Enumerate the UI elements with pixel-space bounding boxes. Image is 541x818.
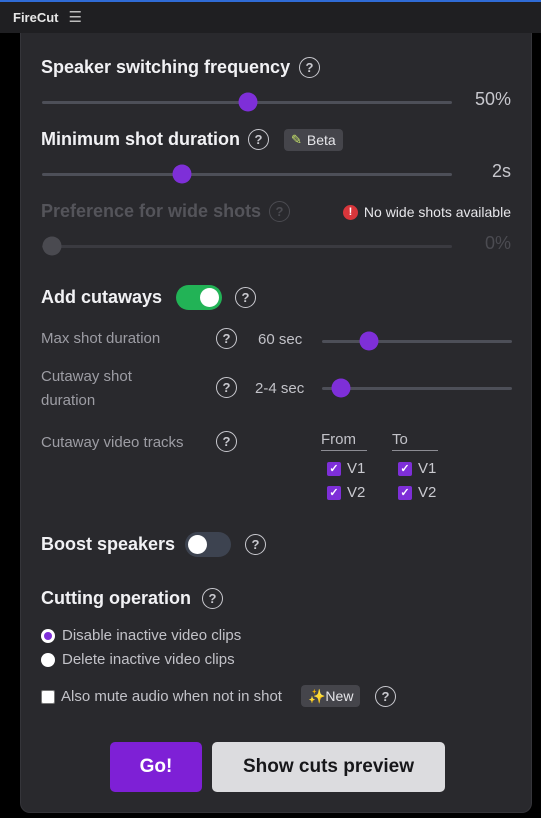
add-cutaways-label: Add cutaways [41, 287, 163, 307]
to-column-header: To [392, 431, 438, 451]
boost-speakers-help-icon[interactable]: ? [245, 534, 266, 555]
cutaway-shot-value: 2-4 sec [255, 380, 305, 397]
disable-inactive-radio[interactable]: Disable inactive video clips [41, 627, 241, 644]
check-icon: ✓ [398, 461, 412, 476]
to-v1-label: V1 [418, 460, 437, 477]
cutaway-shot-help-icon[interactable]: ? [216, 377, 237, 398]
no-wide-shots-text: No wide shots available [363, 204, 511, 220]
checkbox-box [41, 689, 55, 704]
from-v1-checkbox[interactable]: ✓ V1 [327, 460, 365, 477]
check-icon: ✓ [327, 461, 341, 476]
show-cuts-preview-button[interactable]: Show cuts preview [212, 742, 445, 792]
app-title: FireCut [13, 10, 59, 25]
settings-panel: Speaker switching frequency ? 50% Minimu… [20, 33, 532, 813]
min-shot-value: 2s [491, 161, 511, 181]
boost-speakers-label: Boost speakers [41, 534, 176, 554]
toggle-knob [200, 288, 219, 307]
speaker-switching-slider-thumb[interactable] [238, 92, 258, 112]
delete-inactive-radio[interactable]: Delete inactive video clips [41, 651, 235, 668]
speaker-switching-value: 50% [474, 89, 511, 109]
from-v2-checkbox[interactable]: ✓ V2 [327, 484, 365, 501]
from-column-header: From [321, 431, 367, 451]
cutaway-shot-slider[interactable] [322, 387, 512, 390]
min-shot-slider-thumb[interactable] [172, 164, 192, 184]
cutaway-video-tracks-label: Cutaway video tracks [41, 434, 184, 451]
max-shot-duration-label: Max shot duration [41, 330, 161, 347]
check-icon: ✓ [398, 485, 412, 500]
add-cutaways-help-icon[interactable]: ? [235, 287, 256, 308]
boost-speakers-toggle[interactable] [185, 532, 231, 557]
beta-badge-label: Beta [306, 132, 336, 148]
beta-badge: ✎ Beta [284, 129, 343, 151]
wide-shots-label: Preference for wide shots [41, 201, 262, 221]
cutaway-shot-slider-thumb[interactable] [331, 378, 351, 398]
max-shot-value: 60 sec [258, 331, 303, 348]
speaker-switching-help-icon[interactable]: ? [299, 57, 320, 78]
to-v1-checkbox[interactable]: ✓ V1 [398, 460, 436, 477]
cutting-operation-help-icon[interactable]: ? [202, 588, 223, 609]
from-v2-label: V2 [347, 484, 366, 501]
min-shot-slider[interactable] [42, 173, 452, 176]
to-v2-checkbox[interactable]: ✓ V2 [398, 484, 436, 501]
hamburger-menu-icon[interactable]: ☰ [69, 10, 82, 25]
disable-inactive-label: Disable inactive video clips [62, 627, 242, 644]
max-shot-slider[interactable] [322, 340, 512, 343]
mute-audio-checkbox[interactable]: Also mute audio when not in shot [41, 688, 282, 705]
title-bar: FireCut ☰ [0, 0, 541, 33]
pencil-icon: ✎ [291, 132, 302, 147]
radio-dot [41, 652, 55, 667]
speaker-switching-label: Speaker switching frequency [41, 57, 291, 77]
wide-shots-value: 0% [484, 233, 511, 253]
max-shot-slider-thumb[interactable] [359, 331, 379, 351]
cutaway-shot-duration-label: Cutaway shot duration [41, 368, 132, 409]
go-button[interactable]: Go! [110, 742, 202, 792]
new-badge: ✨New [301, 685, 361, 707]
exclamation-icon: ! [342, 204, 358, 220]
max-shot-help-icon[interactable]: ? [216, 328, 237, 349]
wide-shots-help-icon: ? [269, 201, 290, 222]
mute-audio-help-icon[interactable]: ? [375, 686, 396, 707]
to-v2-label: V2 [418, 484, 437, 501]
cutting-operation-label: Cutting operation [41, 588, 191, 608]
wide-shots-slider [42, 245, 452, 248]
delete-inactive-label: Delete inactive video clips [62, 651, 235, 668]
min-shot-help-icon[interactable]: ? [248, 129, 269, 150]
check-icon: ✓ [327, 485, 341, 500]
toggle-knob [188, 535, 207, 554]
mute-audio-label: Also mute audio when not in shot [61, 688, 282, 705]
cutaway-tracks-help-icon[interactable]: ? [216, 431, 237, 452]
no-wide-shots-warning: ! No wide shots available [342, 204, 511, 220]
min-shot-duration-label: Minimum shot duration [41, 129, 240, 149]
wide-shots-slider-thumb [42, 236, 62, 256]
radio-dot [41, 628, 55, 643]
add-cutaways-toggle[interactable] [176, 285, 222, 310]
from-v1-label: V1 [347, 460, 366, 477]
